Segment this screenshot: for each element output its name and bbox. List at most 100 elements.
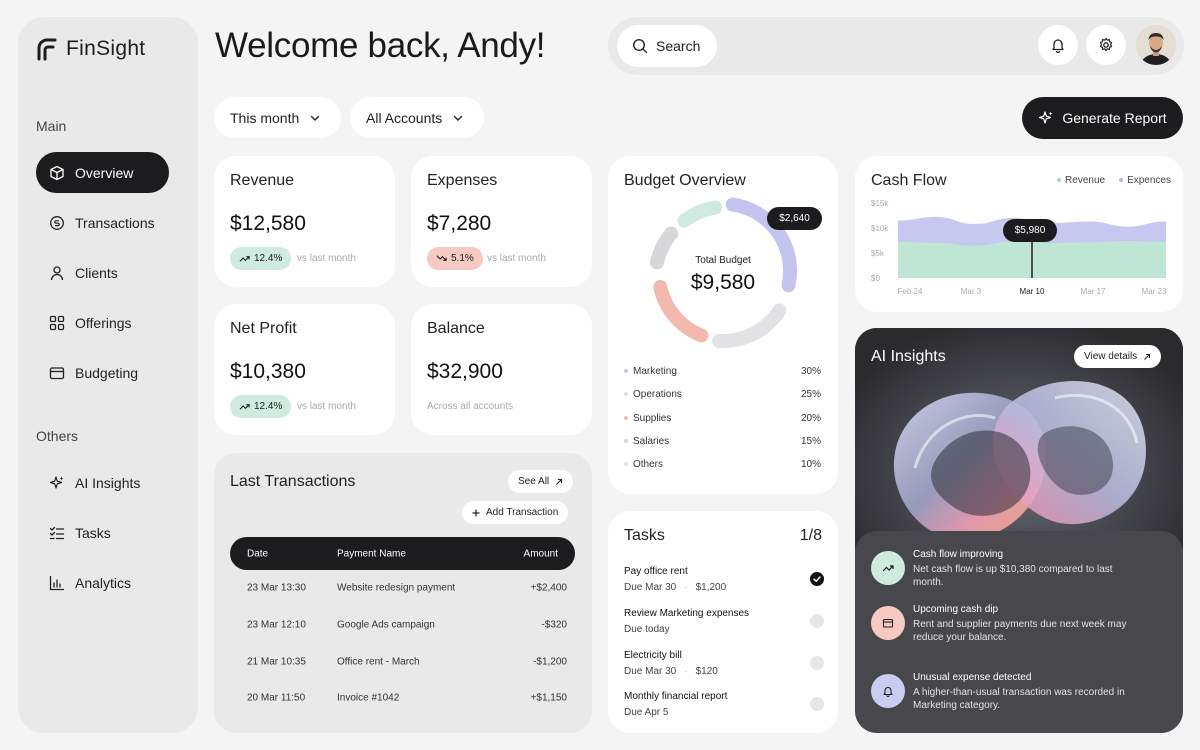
tx-name: Website redesign payment	[337, 582, 456, 594]
search-label: Search	[656, 38, 701, 54]
task-due: Due Mar 30	[624, 666, 677, 677]
view-details-button[interactable]: View details	[1074, 345, 1162, 368]
table-row[interactable]: 23 Mar 12:10 Google Ads campaign -$320	[230, 607, 575, 643]
sidebar-item-analytics[interactable]: Analytics	[36, 562, 169, 603]
tx-date: 21 Mar 10:35	[247, 656, 306, 668]
budget-tooltip: $2,640	[767, 207, 822, 230]
change-badge: 12.4%	[230, 395, 292, 418]
user-icon	[50, 265, 64, 280]
task-meta: Due Mar 30 · $120	[624, 666, 718, 677]
table-row[interactable]: 20 Mar 11:50 Invoice #1042 +$1,150	[230, 680, 575, 716]
task-name: Review Marketing expenses	[624, 608, 750, 619]
donut-segment-operations	[677, 200, 723, 228]
insight-item[interactable]: Cash flow improving Net cash flow is up …	[871, 549, 1171, 589]
generate-report-button[interactable]: Generate Report	[1022, 97, 1183, 139]
cash-flow-card: Cash Flow Revenue Expences $15k $10k $5k $0…	[855, 156, 1183, 312]
table-row[interactable]: 21 Mar 10:35 Office rent - March -$1,200	[230, 644, 575, 680]
card-title: AI Insights	[871, 348, 946, 365]
arrow-up-right-icon	[556, 478, 563, 485]
wallet-icon	[882, 618, 894, 628]
cube-icon	[50, 165, 64, 180]
change-value: 12.4%	[254, 253, 283, 264]
sidebar: FinSight Main Overview Transactions Clie…	[18, 17, 198, 733]
column-header: Amount	[523, 548, 558, 559]
sidebar-item-tasks[interactable]: Tasks	[36, 512, 169, 553]
logo[interactable]: FinSight	[36, 37, 145, 61]
sparkle-icon	[1039, 111, 1053, 124]
tx-amount: +$2,400	[530, 582, 567, 594]
task-checkbox[interactable]	[810, 697, 824, 711]
chevron-down-icon	[454, 115, 463, 121]
legend-dot	[624, 416, 628, 421]
task-name: Monthly financial report	[624, 691, 728, 702]
task-item[interactable]: Pay office rent Due Mar 30 · $1,200	[624, 566, 824, 593]
search-button[interactable]: Search	[617, 25, 717, 67]
sidebar-item-label: Overview	[75, 164, 134, 181]
sidebar-item-transactions[interactable]: Transactions	[36, 202, 169, 243]
legend-pct: 10%	[800, 459, 821, 470]
user-avatar-icon	[1136, 25, 1176, 65]
account-filter[interactable]: All Accounts	[350, 97, 484, 138]
bell-icon	[1052, 39, 1064, 53]
tx-amount: -$320	[541, 619, 567, 631]
sidebar-item-ai-insights[interactable]: AI Insights	[36, 462, 169, 503]
task-name: Pay office rent	[624, 566, 688, 577]
task-meta: Due Mar 30 · $1,200	[624, 582, 727, 593]
sidebar-item-budgeting[interactable]: Budgeting	[36, 352, 169, 393]
sidebar-item-label: Transactions	[75, 214, 155, 231]
task-checkbox[interactable]	[810, 572, 824, 586]
y-tick-label: $15k	[871, 199, 889, 208]
avatar[interactable]	[1136, 25, 1176, 65]
task-item[interactable]: Monthly financial report Due Apr 5	[624, 691, 824, 718]
legend-item: Supplies 20%	[624, 413, 821, 424]
insight-icon	[871, 606, 905, 640]
sidebar-item-label: AI Insights	[75, 474, 141, 491]
tx-name: Office rent - March	[337, 656, 420, 668]
panel-title: Last Transactions	[230, 473, 356, 490]
change-badge: 5.1%	[427, 247, 483, 270]
sidebar-item-overview[interactable]: Overview	[36, 152, 169, 193]
add-transaction-button[interactable]: Add Transaction	[462, 501, 569, 524]
task-checkbox[interactable]	[810, 656, 824, 670]
task-checkbox[interactable]	[810, 614, 824, 628]
main-section-label: Main	[36, 118, 67, 134]
insight-item[interactable]: Upcoming cash dip Rent and supplier paym…	[871, 604, 1171, 650]
insights-list: Cash flow improving Net cash flow is up …	[855, 531, 1183, 733]
trend-up-icon	[239, 404, 250, 410]
chevron-down-icon	[311, 115, 320, 121]
notifications-button[interactable]	[1038, 25, 1078, 65]
see-all-button[interactable]: See All	[508, 470, 574, 493]
legend-item: Operations 25%	[624, 389, 821, 400]
total-budget-label: Total Budget	[695, 255, 751, 266]
insight-title: Unusual expense detected	[913, 672, 1032, 683]
change-value: 12.4%	[254, 401, 283, 412]
period-filter[interactable]: This month	[214, 97, 341, 138]
add-transaction-label: Add Transaction	[486, 507, 559, 518]
coin-icon	[50, 215, 64, 230]
budget-overview-card: Budget Overview Total Budget $9,580 $2,6…	[608, 156, 838, 494]
sidebar-item-clients[interactable]: Clients	[36, 252, 169, 293]
x-tick-label: Mar 3	[961, 287, 982, 296]
insight-body: Rent and supplier payments due next week…	[913, 619, 1127, 643]
column-header: Date	[247, 548, 269, 559]
tx-date: 23 Mar 12:10	[247, 619, 306, 631]
account-filter-label: All Accounts	[366, 109, 443, 126]
sidebar-item-offerings[interactable]: Offerings	[36, 302, 169, 343]
search-icon	[632, 38, 648, 54]
table-row[interactable]: 23 Mar 13:30 Website redesign payment +$…	[230, 570, 575, 606]
task-item[interactable]: Electricity bill Due Mar 30 · $120	[624, 650, 824, 677]
task-meta: Due today	[624, 624, 824, 635]
x-tick-label: Mar 23	[1142, 287, 1167, 296]
insight-body: A higher-than-usual transaction was reco…	[913, 687, 1125, 711]
balance-note: Across all accounts	[427, 401, 514, 412]
legend-dot	[624, 392, 628, 397]
sidebar-item-label: Clients	[75, 264, 118, 281]
task-meta: Due Apr 5	[624, 707, 824, 718]
legend-item: Marketing 30%	[624, 366, 821, 377]
insight-item[interactable]: Unusual expense detected A higher-than-u…	[871, 672, 1171, 718]
settings-button[interactable]	[1086, 25, 1126, 65]
task-item[interactable]: Review Marketing expenses Due today	[624, 608, 824, 635]
net-profit-value: $10,380	[230, 360, 306, 383]
card-title: Budget Overview	[624, 172, 746, 189]
last-transactions-panel: Last Transactions See All Add Transactio…	[214, 453, 592, 733]
